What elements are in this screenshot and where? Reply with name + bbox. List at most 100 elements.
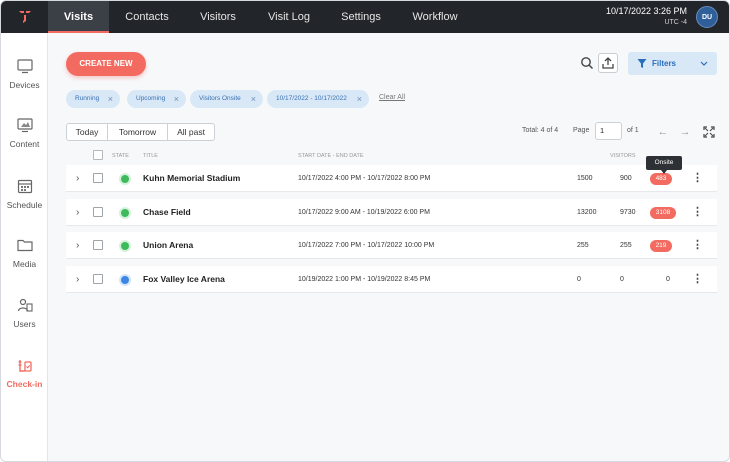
onsite-badge[interactable]: 483: [650, 173, 672, 185]
sidebar-item-label: Media: [12, 259, 37, 269]
filter-chip-date-range[interactable]: 10/17/2022 - 10/17/2022 ×: [267, 90, 369, 108]
export-button[interactable]: [598, 53, 618, 73]
search-icon[interactable]: [578, 54, 596, 72]
visitor-count-checked: 9730: [620, 209, 636, 216]
visitor-count-checked: 0: [620, 276, 624, 283]
filter-icon: [637, 59, 647, 68]
table-row[interactable]: › Kuhn Memorial Stadium 10/17/2022 4:00 …: [66, 165, 717, 192]
visit-title[interactable]: Chase Field: [143, 199, 191, 226]
arrow-left-icon: ←: [657, 126, 669, 138]
visit-dates: 10/17/2022 9:00 AM - 10/19/2022 6:00 PM: [298, 209, 430, 216]
tab-workflow[interactable]: Workflow: [395, 1, 475, 33]
logo-icon: [18, 11, 31, 23]
sidebar-item-content[interactable]: Content: [1, 116, 48, 166]
monitor-icon: [16, 59, 33, 74]
visit-dates: 10/17/2022 7:00 PM - 10/17/2022 10:00 PM: [298, 242, 435, 249]
table-header: STATE TITLE START DATE - END DATE VISITO…: [66, 150, 717, 164]
close-icon[interactable]: ×: [251, 90, 256, 108]
more-options-icon[interactable]: ⋮: [692, 165, 703, 192]
chevron-right-icon[interactable]: ›: [76, 199, 79, 226]
filter-chip-upcoming[interactable]: Upcoming ×: [127, 90, 186, 108]
page-total-label: of 1: [627, 127, 639, 134]
visit-title[interactable]: Kuhn Memorial Stadium: [143, 165, 240, 192]
upload-icon: [602, 57, 614, 69]
tab-visit-log[interactable]: Visit Log: [251, 1, 327, 33]
row-checkbox[interactable]: [93, 173, 103, 183]
visit-dates: 10/17/2022 4:00 PM - 10/17/2022 8:00 PM: [298, 175, 431, 182]
create-new-button[interactable]: CREATE NEW: [66, 52, 146, 76]
filter-chip-running[interactable]: Running ×: [66, 90, 120, 108]
next-page-button[interactable]: →: [676, 123, 694, 141]
expand-icon[interactable]: [700, 123, 718, 141]
app-window: Visits Contacts Visitors Visit Log Setti…: [0, 0, 730, 462]
sidebar-item-label: Users: [13, 319, 36, 329]
date-range-toggle: Today Tomorrow All past: [66, 123, 215, 141]
sidebar-item-check-in[interactable]: Check-in: [1, 356, 48, 406]
row-checkbox[interactable]: [93, 207, 103, 217]
chip-label: Visitors Onsite: [199, 95, 241, 102]
filter-chip-visitors-onsite[interactable]: Visitors Onsite ×: [190, 90, 263, 108]
range-all-past[interactable]: All past: [168, 124, 214, 140]
state-indicator: [121, 209, 129, 217]
more-options-icon[interactable]: ⋮: [692, 232, 703, 259]
visitor-count-expected: 13200: [577, 209, 597, 216]
range-today[interactable]: Today: [67, 124, 108, 140]
visitor-count-expected: 255: [577, 242, 589, 249]
close-icon[interactable]: ×: [108, 90, 113, 108]
total-count: Total: 4 of 4: [522, 127, 559, 134]
state-indicator: [121, 242, 129, 250]
app-logo[interactable]: [1, 1, 48, 33]
header-dates: START DATE - END DATE: [298, 153, 364, 159]
clear-all-link[interactable]: Clear All: [379, 94, 405, 101]
chip-label: Running: [75, 95, 100, 102]
onsite-tooltip: Onsite: [646, 156, 682, 174]
visit-title[interactable]: Fox Valley Ice Arena: [143, 266, 225, 293]
sidebar-item-schedule[interactable]: Schedule: [1, 177, 48, 227]
close-icon[interactable]: ×: [357, 90, 362, 108]
row-checkbox[interactable]: [93, 240, 103, 250]
prev-page-button[interactable]: ←: [654, 123, 672, 141]
onsite-badge[interactable]: 3108: [650, 207, 676, 219]
sidebar-item-devices[interactable]: Devices: [1, 57, 48, 107]
chip-label: Upcoming: [136, 95, 166, 102]
page-number-input[interactable]: 1: [595, 122, 622, 140]
close-icon[interactable]: ×: [174, 90, 179, 108]
more-options-icon[interactable]: ⋮: [692, 266, 703, 293]
check-in-icon: [18, 360, 32, 372]
header-title: TITLE: [143, 153, 158, 159]
tab-settings[interactable]: Settings: [327, 1, 395, 33]
tab-visitors[interactable]: Visitors: [185, 1, 251, 33]
sidebar-item-label: Schedule: [6, 200, 43, 210]
visit-title[interactable]: Union Arena: [143, 232, 193, 259]
calendar-icon: [17, 179, 32, 194]
chevron-right-icon[interactable]: ›: [76, 266, 79, 293]
arrow-right-icon: →: [679, 126, 691, 138]
more-options-icon[interactable]: ⋮: [692, 199, 703, 226]
chevron-right-icon[interactable]: ›: [76, 165, 79, 192]
table-row[interactable]: › Fox Valley Ice Arena 10/19/2022 1:00 P…: [66, 266, 717, 293]
sidebar-item-users[interactable]: Users: [1, 296, 48, 346]
filters-button[interactable]: Filters: [628, 52, 717, 75]
range-tomorrow[interactable]: Tomorrow: [108, 124, 168, 140]
folder-icon: [16, 239, 33, 252]
state-indicator: [121, 175, 129, 183]
tab-contacts[interactable]: Contacts: [109, 1, 185, 33]
sidebar-item-label: Check-in: [6, 379, 43, 389]
sidebar-item-label: Devices: [9, 80, 40, 90]
tab-visits[interactable]: Visits: [48, 1, 109, 33]
onsite-badge[interactable]: 219: [650, 240, 672, 252]
row-checkbox[interactable]: [93, 274, 103, 284]
chevron-right-icon[interactable]: ›: [76, 232, 79, 259]
filters-label: Filters: [652, 59, 677, 68]
visitor-count-expected: 1500: [577, 175, 593, 182]
table-row[interactable]: › Union Arena 10/17/2022 7:00 PM - 10/17…: [66, 232, 717, 259]
user-avatar[interactable]: DU: [696, 6, 718, 28]
visitor-count-checked: 255: [620, 242, 632, 249]
header-visitors: VISITORS: [610, 153, 636, 159]
header-state: STATE: [112, 153, 129, 159]
table-row[interactable]: › Chase Field 10/17/2022 9:00 AM - 10/19…: [66, 199, 717, 226]
visitor-count-checked: 900: [620, 175, 632, 182]
visit-dates: 10/19/2022 1:00 PM - 10/19/2022 8:45 PM: [298, 276, 431, 283]
select-all-checkbox[interactable]: [93, 150, 103, 160]
sidebar-item-media[interactable]: Media: [1, 236, 48, 286]
